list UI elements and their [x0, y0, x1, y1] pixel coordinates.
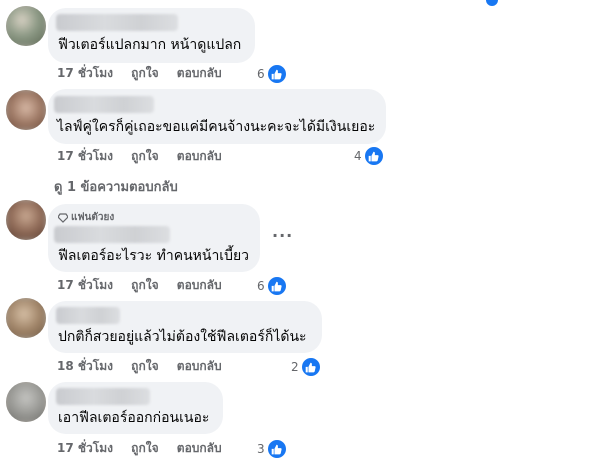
- like-button[interactable]: ถูกใจ: [131, 278, 158, 292]
- reply-button[interactable]: ตอบกลับ: [177, 359, 222, 373]
- comment-actions: 17 ชั่วโมง ถูกใจ ตอบกลับ: [57, 277, 236, 293]
- reply-button[interactable]: ตอบกลับ: [177, 441, 222, 455]
- comment-time[interactable]: 18 ชั่วโมง: [57, 359, 113, 373]
- like-button[interactable]: ถูกใจ: [131, 441, 158, 455]
- reply-button[interactable]: ตอบกลับ: [177, 278, 222, 292]
- thumbs-up-icon: [300, 357, 321, 377]
- thumbs-up-icon: [266, 276, 287, 296]
- avatar[interactable]: [6, 382, 46, 422]
- avatar[interactable]: [6, 298, 46, 338]
- comment-text: ฟีวเตอร์แปลกมาก หน้าดูแปลก: [58, 37, 242, 53]
- comment-time[interactable]: 17 ชั่วโมง: [57, 441, 113, 455]
- commenter-name-redacted[interactable]: [54, 226, 170, 243]
- reaction-count[interactable]: 2: [291, 357, 321, 377]
- reaction-count-number: 3: [257, 442, 265, 456]
- reaction-count[interactable]: 4: [354, 146, 384, 166]
- thumbs-up-icon: [266, 64, 287, 84]
- like-button[interactable]: ถูกใจ: [131, 66, 158, 80]
- reaction-count[interactable]: 6: [257, 276, 287, 296]
- like-button[interactable]: ถูกใจ: [131, 149, 158, 163]
- reaction-count-number: 6: [257, 279, 265, 293]
- top-fan-badge: แฟนตัวยง: [58, 210, 114, 225]
- comment-bubble: แฟนตัวยง ฟีลเตอร์อะไรวะ ทำคนหน้าเบี้ยว: [48, 204, 260, 272]
- comment-text: เอาฟีลเตอร์ออกก่อนเนอะ: [58, 410, 210, 426]
- comment-bubble: ฟีวเตอร์แปลกมาก หน้าดูแปลก: [48, 8, 255, 63]
- thumbs-up-icon: [363, 146, 384, 166]
- avatar[interactable]: [6, 90, 46, 130]
- comment-actions: 17 ชั่วโมง ถูกใจ ตอบกลับ: [57, 65, 236, 81]
- comment-text: ไลฟ์คู่ใครก็คู่เถอะขอแค่มีคนจ้างนะคะจะได…: [57, 119, 376, 135]
- comment-actions: 17 ชั่วโมง ถูกใจ ตอบกลับ: [57, 440, 236, 456]
- thumbs-up-icon: [266, 439, 287, 459]
- reply-button[interactable]: ตอบกลับ: [177, 149, 222, 163]
- avatar[interactable]: [6, 200, 46, 240]
- reaction-count-number: 6: [257, 67, 265, 81]
- reaction-count-number: 4: [354, 149, 362, 163]
- reaction-icon-partial: [486, 0, 498, 6]
- comment-actions: 18 ชั่วโมง ถูกใจ ตอบกลับ: [57, 358, 236, 374]
- more-options-icon[interactable]: ···: [272, 226, 293, 245]
- comment-time[interactable]: 17 ชั่วโมง: [57, 66, 113, 80]
- reaction-count[interactable]: 6: [257, 64, 287, 84]
- like-button[interactable]: ถูกใจ: [131, 359, 158, 373]
- diamond-icon: [58, 212, 68, 223]
- reaction-count[interactable]: 3: [257, 439, 287, 459]
- reaction-count-number: 2: [291, 360, 299, 374]
- avatar[interactable]: [6, 6, 46, 46]
- commenter-name-redacted[interactable]: [56, 307, 120, 324]
- commenter-name-redacted[interactable]: [54, 96, 154, 113]
- comment-text: ฟีลเตอร์อะไรวะ ทำคนหน้าเบี้ยว: [58, 248, 250, 264]
- comment-bubble: ไลฟ์คู่ใครก็คู่เถอะขอแค่มีคนจ้างนะคะจะได…: [48, 89, 386, 144]
- comment-bubble: เอาฟีลเตอร์ออกก่อนเนอะ: [48, 382, 223, 434]
- commenter-name-redacted[interactable]: [56, 14, 178, 31]
- view-replies-link[interactable]: ดู 1 ข้อความตอบกลับ: [54, 176, 178, 197]
- comment-time[interactable]: 17 ชั่วโมง: [57, 149, 113, 163]
- comment-text: ปกติก็สวยอยู่แล้วไม่ต้องใช้ฟีลเตอร์ก็ได้…: [58, 329, 307, 345]
- commenter-name-redacted[interactable]: [56, 388, 150, 405]
- comment-actions: 17 ชั่วโมง ถูกใจ ตอบกลับ: [57, 148, 236, 164]
- comment-time[interactable]: 17 ชั่วโมง: [57, 278, 113, 292]
- badge-label: แฟนตัวยง: [71, 212, 115, 223]
- reply-button[interactable]: ตอบกลับ: [177, 66, 222, 80]
- comment-bubble: ปกติก็สวยอยู่แล้วไม่ต้องใช้ฟีลเตอร์ก็ได้…: [48, 301, 322, 353]
